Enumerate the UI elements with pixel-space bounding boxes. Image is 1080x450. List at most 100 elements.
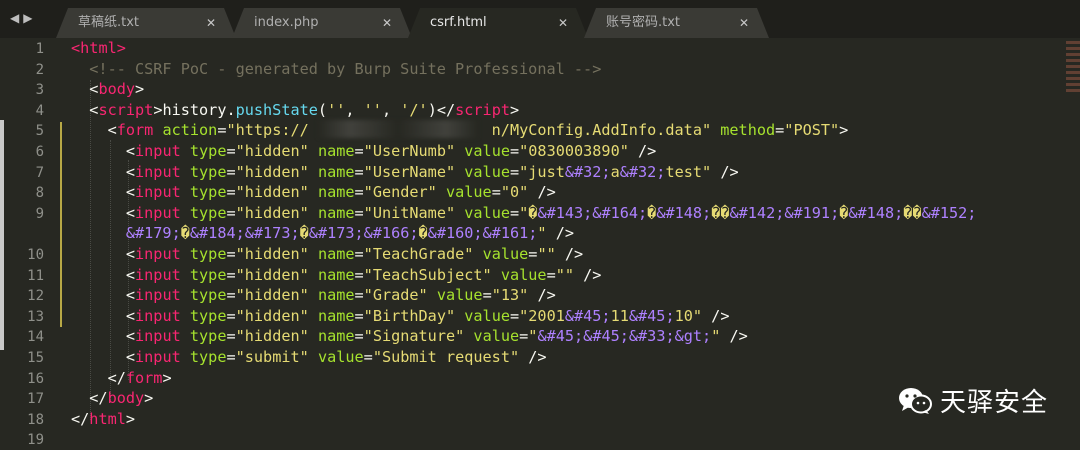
code-token: <!-- CSRF PoC - generated by Burp Suite … [71, 59, 602, 78]
code-token: </ [71, 368, 126, 387]
tab-accounts-txt[interactable]: 账号密码.txt ✕ [584, 8, 769, 38]
code-token: � [180, 224, 190, 243]
code-token: type [189, 203, 227, 222]
tab-csrf-html[interactable]: csrf.html ✕ [408, 8, 588, 38]
code-token: = [354, 245, 364, 263]
code-token: )</ [427, 100, 456, 119]
minimap[interactable] [1066, 38, 1080, 118]
code-token: value [445, 183, 492, 202]
code-token: name [317, 203, 355, 222]
close-icon[interactable]: ✕ [558, 8, 568, 38]
code-token: input [135, 162, 181, 181]
code-token: = [775, 121, 785, 140]
code-line: <!-- CSRF PoC - generated by Burp Suite … [71, 59, 601, 79]
code-line: <input type="submit" value="Submit reque… [71, 347, 547, 367]
code-token: action [162, 121, 218, 140]
code-token: /> [528, 286, 556, 305]
code-token: = [354, 183, 364, 202]
code-token: "submit" [235, 348, 309, 366]
code-token: "TeachSubject" [363, 265, 492, 284]
code-token: > [135, 80, 145, 99]
code-token: &#45;&#45;&#33;&gt; [537, 327, 712, 346]
code-token: "hidden" [235, 265, 309, 284]
code-token: type [189, 306, 227, 325]
tab-draft-txt[interactable]: 草稿纸.txt ✕ [56, 8, 236, 38]
code-token: "hidden" [235, 203, 309, 222]
code-token: "" [555, 265, 575, 284]
code-token: "hidden" [235, 286, 309, 305]
code-token: = [509, 306, 520, 325]
line-number: 2 [35, 61, 44, 78]
code-token: "UserNumb" [363, 142, 456, 160]
tab-index-php[interactable]: index.php ✕ [232, 8, 412, 38]
code-line: </form> [71, 368, 172, 388]
code-token: input [135, 265, 181, 284]
code-token: name [317, 162, 355, 181]
code-token: "just [519, 162, 565, 181]
code-token: "� [519, 203, 538, 222]
code-token: = [226, 203, 236, 222]
code-token: = [354, 142, 364, 160]
code-token: script [98, 100, 154, 119]
code-token: = [354, 203, 364, 222]
code-token: = [546, 265, 556, 284]
line-number: 17 [27, 391, 44, 408]
tab-nav-arrows-icon[interactable]: ◀▶ [10, 11, 36, 25]
code-token: name [317, 306, 355, 325]
tab-label: csrf.html [430, 15, 487, 30]
code-token: &#45; [628, 306, 675, 325]
code-token: > [510, 100, 520, 119]
line-number-gutter: 1 2 3 4 5 6 7 8 9 10 11 12 13 14 15 16 17 18 19 [0, 38, 60, 449]
code-token: a [610, 162, 620, 181]
code-line: <input type="hidden" name="TeachGrade" v… [71, 244, 583, 264]
code-token: value [464, 306, 510, 325]
close-icon[interactable]: ✕ [382, 8, 392, 38]
tab-label: 账号密码.txt [606, 15, 681, 30]
code-token: input [135, 286, 181, 305]
code-token: < [71, 80, 99, 99]
code-token: /> [519, 348, 547, 366]
code-token: &#32; [564, 162, 611, 181]
line-number: 16 [27, 370, 44, 387]
code-token: "0" [500, 183, 529, 202]
code-token: input [135, 348, 181, 366]
line-number: 9 [35, 205, 44, 222]
code-token: "hidden" [235, 142, 309, 160]
modified-lines-marker [60, 122, 62, 327]
code-token: = [354, 265, 364, 284]
code-line: <input type="hidden" name="UserName" val… [71, 162, 739, 182]
code-token: >history. [153, 100, 236, 119]
tab-label: index.php [254, 15, 319, 30]
code-token: value [473, 327, 520, 346]
code-token: < [71, 306, 136, 325]
code-line: <html> [71, 38, 126, 58]
code-token: = [226, 265, 236, 284]
close-icon[interactable]: ✕ [206, 8, 216, 38]
redacted-host-blur [318, 120, 478, 138]
code-token: "hidden" [235, 183, 309, 202]
code-token: = [354, 162, 364, 181]
code-token: '' [363, 100, 382, 119]
close-icon[interactable]: ✕ [739, 8, 749, 38]
code-token: < [71, 39, 81, 57]
code-token: " [537, 224, 547, 243]
code-token: name [317, 327, 355, 346]
code-token: < [71, 183, 136, 202]
code-token: input [135, 306, 181, 325]
code-token: value [482, 245, 529, 263]
code-token: &#148; [848, 203, 904, 222]
